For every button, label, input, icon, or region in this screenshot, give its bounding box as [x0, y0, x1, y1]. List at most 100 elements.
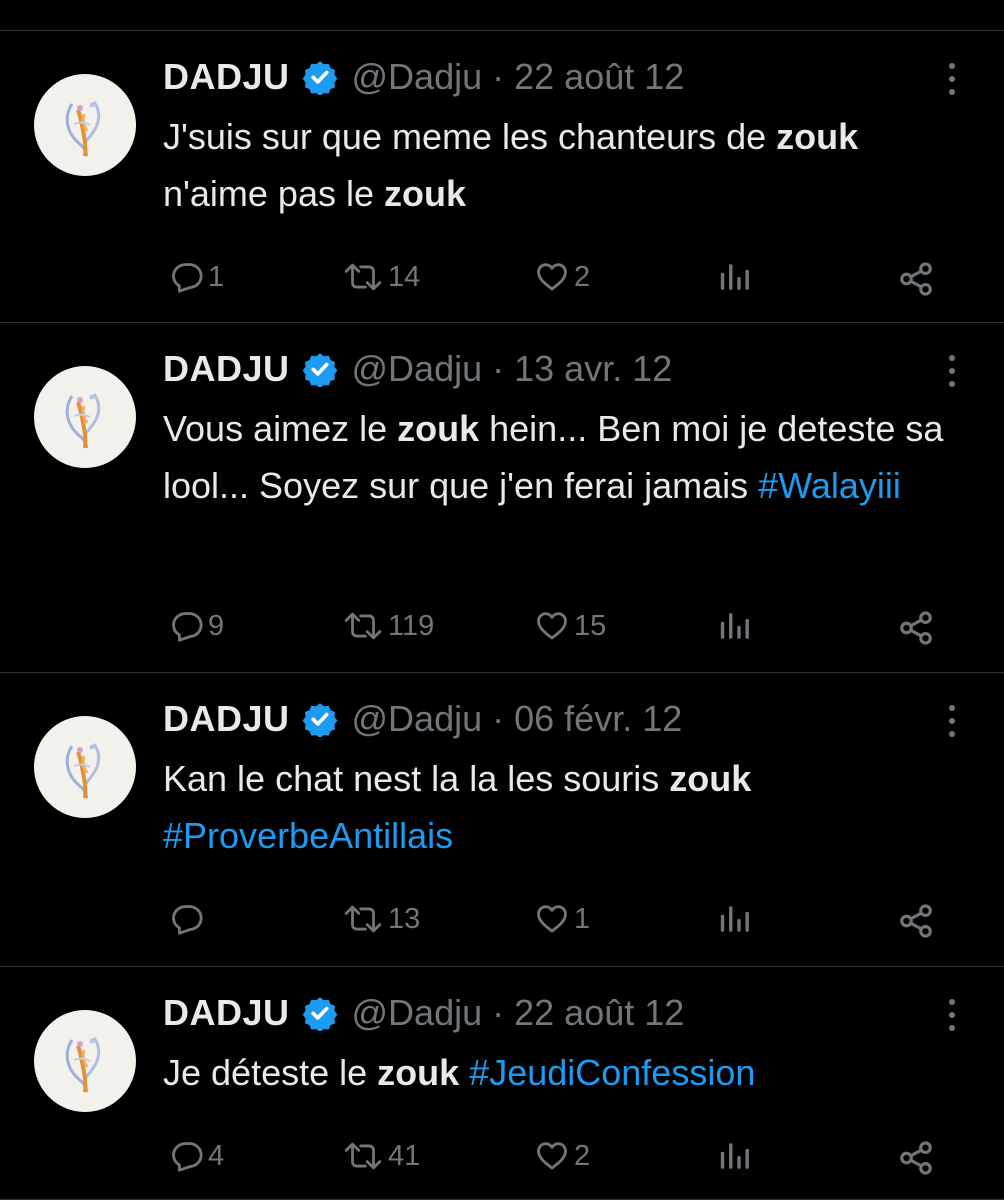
avatar[interactable]	[34, 74, 136, 176]
display-name[interactable]: DADJU	[163, 56, 290, 98]
like-icon	[534, 609, 570, 643]
tweet[interactable]: DADJU @Dadju · 22 août 12 J'suis sur que mem…	[0, 31, 1004, 323]
reply-button[interactable]	[170, 902, 208, 936]
verified-badge-icon	[302, 995, 338, 1033]
tweet-header: DADJU @Dadju · 22 août 12	[163, 988, 684, 1038]
views-button[interactable]	[718, 902, 752, 936]
separator: ·	[492, 698, 505, 739]
like-icon	[534, 902, 570, 936]
share-button[interactable]	[897, 902, 935, 940]
like-button[interactable]: 2	[534, 260, 590, 294]
text-segment: J'suis sur que meme les chanteurs de	[163, 116, 777, 157]
views-icon	[718, 609, 752, 643]
tweet-date[interactable]: 13 avr. 12	[514, 348, 672, 390]
share-icon	[897, 1139, 935, 1177]
views-button[interactable]	[718, 609, 752, 643]
retweet-icon	[342, 609, 384, 643]
tweet-text: Kan le chat nest la la les souris zouk #…	[163, 750, 963, 864]
views-icon	[718, 1139, 752, 1173]
user-handle[interactable]: @Dadju	[352, 56, 483, 98]
retweet-button[interactable]: 119	[342, 609, 434, 643]
retweet-count: 13	[388, 902, 421, 935]
tweet-text: J'suis sur que meme les chanteurs de zou…	[163, 108, 963, 222]
display-name[interactable]: DADJU	[163, 698, 290, 740]
reply-icon	[170, 902, 204, 936]
display-name[interactable]: DADJU	[163, 992, 290, 1034]
user-handle[interactable]: @Dadju	[352, 348, 483, 390]
tweet-text: Je déteste le zouk #JeudiConfession	[163, 1044, 963, 1101]
share-button[interactable]	[897, 1139, 935, 1177]
tweet-date[interactable]: 22 août 12	[514, 992, 684, 1034]
share-button[interactable]	[897, 609, 935, 647]
tweet[interactable]: DADJU @Dadju · 06 févr. 12 Kan le chat nest …	[0, 673, 1004, 967]
retweet-count: 41	[388, 1139, 421, 1172]
user-handle[interactable]: @Dadju	[352, 992, 483, 1034]
separator: ·	[492, 992, 505, 1033]
action-bar: 9 119 15	[0, 609, 1004, 649]
tweet-header: DADJU @Dadju · 06 févr. 12	[163, 694, 682, 744]
like-button[interactable]: 15	[534, 609, 606, 643]
tweet-header: DADJU @Dadju · 22 août 12	[163, 52, 684, 102]
share-button[interactable]	[897, 260, 935, 298]
like-icon	[534, 1139, 570, 1173]
text-segment	[459, 1052, 469, 1093]
retweet-button[interactable]: 14	[342, 260, 420, 294]
tweet[interactable]: DADJU @Dadju · 13 avr. 12 Vous aimez le zouk…	[0, 323, 1004, 673]
reply-icon	[170, 1139, 204, 1173]
user-handle[interactable]: @Dadju	[352, 698, 483, 740]
like-button[interactable]: 2	[534, 1139, 590, 1173]
tweet-date[interactable]: 06 févr. 12	[514, 698, 682, 740]
views-icon	[718, 902, 752, 936]
retweet-button[interactable]: 13	[342, 902, 420, 936]
more-options-icon[interactable]	[940, 703, 964, 739]
highlighted-term: zouk	[377, 1052, 460, 1093]
reply-button[interactable]: 1	[170, 260, 224, 294]
verified-badge-icon	[302, 701, 338, 739]
like-button[interactable]: 1	[534, 902, 590, 936]
tweet-text: Vous aimez le zouk hein... Ben moi je de…	[163, 400, 963, 514]
share-icon	[897, 260, 935, 298]
more-options-icon[interactable]	[940, 997, 964, 1033]
tweet[interactable]: DADJU @Dadju · 22 août 12 Je déteste le zouk…	[0, 967, 1004, 1200]
like-count: 15	[574, 609, 607, 642]
views-icon	[718, 260, 752, 294]
verified-badge-icon	[302, 351, 338, 389]
text-segment: Kan le chat nest la la les souris	[163, 758, 670, 799]
display-name[interactable]: DADJU	[163, 348, 290, 390]
reply-count: 1	[208, 260, 225, 293]
like-count: 1	[574, 902, 591, 935]
retweet-icon	[342, 260, 384, 294]
retweet-count: 119	[388, 609, 435, 642]
highlighted-term: zouk	[669, 758, 752, 799]
hashtag-link[interactable]: #JeudiConfession	[469, 1052, 755, 1093]
reply-icon	[170, 609, 204, 643]
share-icon	[897, 609, 935, 647]
avatar[interactable]	[34, 366, 136, 468]
tweet-header: DADJU @Dadju · 13 avr. 12	[163, 344, 672, 394]
text-segment: Vous aimez le	[163, 408, 398, 449]
more-options-icon[interactable]	[940, 353, 964, 389]
like-count: 2	[574, 260, 591, 293]
retweet-icon	[342, 1139, 384, 1173]
retweet-button[interactable]: 41	[342, 1139, 420, 1173]
more-options-icon[interactable]	[940, 61, 964, 97]
reply-button[interactable]: 9	[170, 609, 224, 643]
action-bar: 1 14 2	[0, 260, 1004, 300]
hashtag-link[interactable]: #ProverbeAntillais	[163, 815, 453, 856]
hashtag-link[interactable]: #Walayiii	[758, 465, 901, 506]
share-icon	[897, 902, 935, 940]
views-button[interactable]	[718, 1139, 752, 1173]
views-button[interactable]	[718, 260, 752, 294]
highlighted-term: zouk	[776, 116, 859, 157]
verified-badge-icon	[302, 59, 338, 97]
like-icon	[534, 260, 570, 294]
reply-button[interactable]: 4	[170, 1139, 224, 1173]
tweet-date[interactable]: 22 août 12	[514, 56, 684, 98]
action-bar: 4 41 2	[0, 1139, 1004, 1179]
avatar[interactable]	[34, 1010, 136, 1112]
highlighted-term: zouk	[397, 408, 480, 449]
reply-count: 9	[208, 609, 225, 642]
reply-count: 4	[208, 1139, 225, 1172]
avatar[interactable]	[34, 716, 136, 818]
separator: ·	[492, 56, 505, 97]
